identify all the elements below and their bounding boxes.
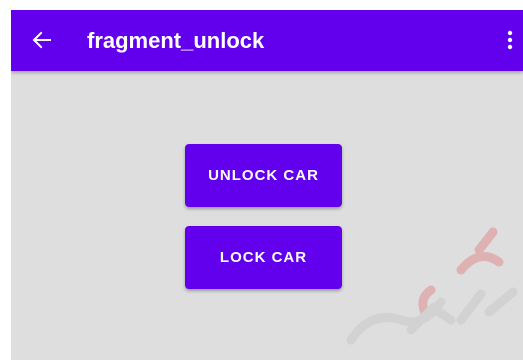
back-button[interactable] — [32, 30, 52, 50]
page-title: fragment_unlock — [87, 28, 265, 53]
arrow-back-icon — [32, 31, 51, 49]
unlock-car-button[interactable]: UNLOCK CAR — [185, 144, 342, 207]
app-screen: fragment_unlock UNLOCK CAR LOCK CAR — [11, 10, 523, 360]
watermark-logo — [346, 227, 518, 345]
lock-car-button[interactable]: LOCK CAR — [185, 226, 342, 289]
more-vert-icon — [507, 30, 513, 50]
overflow-menu-button[interactable] — [505, 28, 515, 52]
app-bar: fragment_unlock — [11, 10, 523, 71]
